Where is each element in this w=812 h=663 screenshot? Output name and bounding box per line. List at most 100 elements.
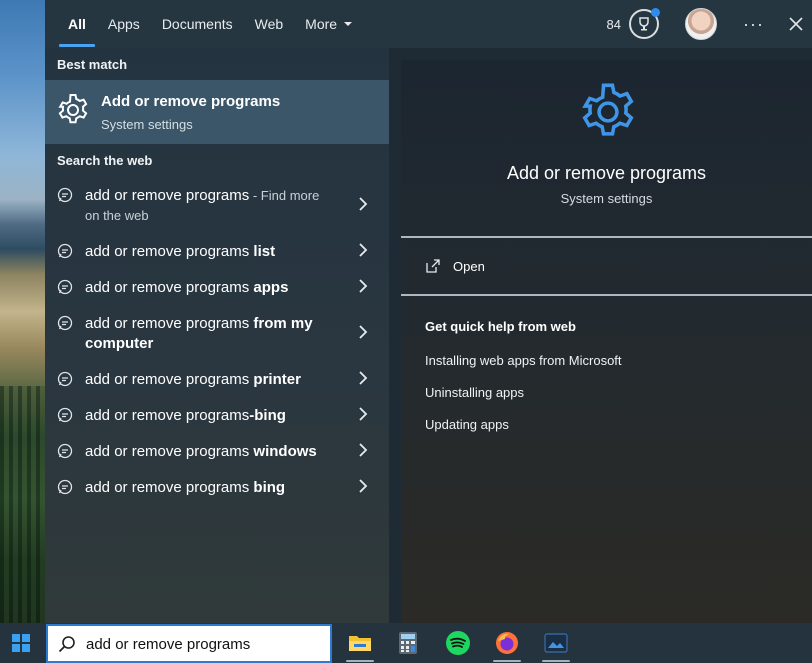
tab-documents[interactable]: Documents	[151, 0, 244, 48]
tab-all-label: All	[68, 16, 86, 32]
taskbar-firefox[interactable]	[487, 623, 527, 663]
search-web-heading: Search the web	[57, 153, 153, 168]
best-match-heading: Best match	[57, 57, 128, 72]
tab-more[interactable]: More	[294, 0, 364, 48]
search-suggestion-icon	[57, 315, 73, 331]
desktop-wallpaper	[0, 0, 45, 623]
web-suggestion-text: add or remove programs windows	[85, 442, 350, 462]
search-suggestion-icon	[57, 443, 73, 459]
help-link[interactable]: Installing web apps from Microsoft	[425, 353, 622, 368]
windows-start-icon[interactable]	[12, 634, 30, 652]
suggestion-bold: printer	[253, 371, 301, 388]
running-indicator	[493, 660, 521, 662]
suggestion-prefix: add or remove programs	[85, 279, 254, 296]
web-suggestion[interactable]: add or remove programs printer	[45, 370, 389, 406]
chevron-right-icon	[359, 197, 368, 211]
running-indicator	[346, 660, 374, 662]
search-panel: All Apps Documents Web More 84 ··· Best …	[45, 0, 812, 623]
running-indicator	[542, 660, 570, 662]
search-suggestion-icon	[57, 407, 73, 423]
search-suggestion-icon	[57, 279, 73, 295]
close-icon[interactable]	[788, 16, 804, 32]
suggestion-prefix: add or remove programs	[85, 479, 254, 496]
file-explorer-icon	[349, 636, 371, 651]
open-action[interactable]: Open	[425, 256, 485, 276]
taskbar-file-explorer[interactable]	[340, 623, 380, 663]
preview-title: Add or remove programs	[506, 163, 707, 183]
tab-apps-label: Apps	[107, 16, 140, 32]
suggestion-prefix: add or remove programs	[85, 407, 250, 424]
photos-icon	[544, 633, 568, 653]
web-suggestion-text: add or remove programs-bing	[85, 406, 350, 426]
best-match-item[interactable]: Add or remove programs System settings	[45, 80, 389, 144]
preview-subtitle: System settings	[560, 191, 653, 206]
rewards-points[interactable]: 84	[607, 17, 621, 32]
results-list: Best match Add or remove programs System…	[45, 48, 389, 623]
open-external-icon	[426, 259, 440, 273]
web-suggestion[interactable]: add or remove programs windows	[45, 442, 389, 478]
header-right: 84 ···	[607, 0, 812, 48]
suggestion-prefix: add or remove programs	[85, 371, 254, 388]
best-match-subtitle: System settings	[101, 117, 193, 132]
suggestion-bold: list	[253, 243, 276, 260]
suggestion-bold: bing	[253, 479, 286, 496]
web-suggestion-text: add or remove programs - Find more on th…	[85, 186, 350, 226]
preview-divider	[401, 294, 812, 296]
suggestion-bold: apps	[253, 279, 289, 296]
tab-web-label: Web	[254, 16, 284, 32]
taskbar-spotify[interactable]	[438, 623, 478, 663]
search-header: All Apps Documents Web More 84 ···	[45, 0, 812, 48]
suggestion-hint-line2: on the web	[85, 208, 149, 223]
tab-web[interactable]: Web	[244, 0, 295, 48]
help-link[interactable]: Updating apps	[425, 417, 509, 432]
suggestion-prefix: add or remove programs	[85, 315, 254, 332]
web-suggestion-text: add or remove programs list	[85, 242, 350, 262]
help-link[interactable]: Uninstalling apps	[425, 385, 524, 400]
taskbar-calculator[interactable]	[388, 623, 428, 663]
search-suggestion-icon	[57, 479, 73, 495]
suggestion-prefix: add or remove programs	[85, 443, 254, 460]
tab-apps[interactable]: Apps	[97, 0, 151, 48]
web-suggestion[interactable]: add or remove programs apps	[45, 278, 389, 314]
suggestion-prefix: add or remove programs	[85, 243, 254, 260]
web-suggestion[interactable]: add or remove programs - Find more on th…	[45, 186, 389, 223]
firefox-icon	[496, 632, 518, 654]
preview-pane: Add or remove programs System settings O…	[401, 60, 812, 623]
suggestion-hint: - Find more	[249, 188, 320, 203]
rewards-button[interactable]	[629, 8, 661, 39]
chevron-right-icon	[359, 479, 368, 493]
web-suggestion[interactable]: add or remove programs bing	[45, 478, 389, 514]
preview-divider	[401, 236, 812, 238]
search-box[interactable]	[46, 624, 332, 663]
search-suggestion-icon	[57, 371, 73, 387]
web-suggestion-text: add or remove programs bing	[85, 478, 350, 498]
avatar[interactable]	[685, 8, 718, 40]
web-suggestion[interactable]: add or remove programs-bing	[45, 406, 389, 442]
search-icon	[58, 636, 75, 653]
web-suggestion-text: add or remove programs apps	[85, 278, 350, 298]
tab-all[interactable]: All	[57, 0, 97, 48]
tab-more-label: More	[305, 16, 338, 32]
search-input[interactable]	[86, 634, 321, 654]
web-suggestion[interactable]: add or remove programs list	[45, 242, 389, 278]
quick-help-title: Get quick help from web	[425, 319, 576, 334]
chevron-right-icon	[359, 443, 368, 457]
web-suggestion[interactable]: add or remove programs from my computer	[45, 314, 389, 360]
wallpaper-trees	[0, 386, 45, 623]
search-suggestion-icon	[57, 187, 73, 203]
best-match-title: Add or remove programs	[101, 93, 281, 110]
chevron-right-icon	[359, 243, 368, 257]
chevron-right-icon	[359, 371, 368, 385]
search-tabs: All Apps Documents Web More	[45, 0, 364, 48]
chevron-right-icon	[359, 279, 368, 293]
chevron-right-icon	[359, 325, 368, 339]
suggestion-bold-line2: computer	[85, 335, 154, 352]
ellipsis-icon[interactable]: ···	[743, 14, 764, 35]
trophy-icon	[639, 17, 649, 31]
taskbar-photos[interactable]	[536, 623, 576, 663]
search-suggestion-icon	[57, 243, 73, 259]
tab-documents-label: Documents	[161, 16, 233, 32]
notification-dot	[651, 8, 661, 17]
calculator-icon	[399, 632, 417, 654]
web-suggestion-text: add or remove programs from my computer	[85, 314, 350, 354]
